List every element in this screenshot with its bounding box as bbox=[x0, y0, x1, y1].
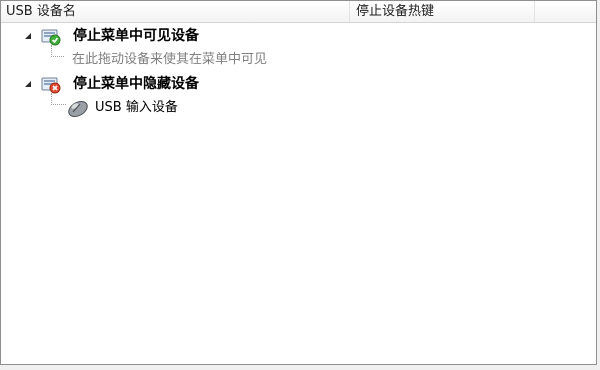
usb-hub-red-x-icon bbox=[41, 77, 61, 94]
tree-node-usb-input-device[interactable]: USB 输入设备 bbox=[1, 97, 341, 119]
mouse-icon bbox=[68, 100, 88, 117]
tree-node-hidden-devices[interactable]: 停止菜单中隐藏设备 bbox=[1, 73, 341, 95]
usb-device-list[interactable]: USB 设备名 停止设备热键 停止菜单中可见设备 在此拖动设备来使其在菜单中可见 bbox=[0, 0, 597, 365]
tree-node-label: 停止菜单中隐藏设备 bbox=[73, 76, 199, 92]
drag-hint-text: 在此拖动设备来使其在菜单中可见 bbox=[72, 52, 268, 67]
list-header: USB 设备名 停止设备热键 bbox=[1, 1, 596, 23]
device-label: USB 输入设备 bbox=[95, 100, 178, 115]
usb-hub-green-check-icon bbox=[41, 29, 61, 46]
expanded-arrow-icon[interactable] bbox=[24, 80, 32, 88]
column-header-filler bbox=[535, 1, 596, 22]
expanded-arrow-icon[interactable] bbox=[24, 32, 32, 40]
column-header-stop-hotkey[interactable]: 停止设备热键 bbox=[350, 1, 535, 22]
column-header-device-name[interactable]: USB 设备名 bbox=[1, 1, 350, 22]
tree-node-label: 停止菜单中可见设备 bbox=[73, 28, 199, 44]
device-tree: 停止菜单中可见设备 在此拖动设备来使其在菜单中可见 停止菜单中隐藏设备 USB … bbox=[1, 23, 596, 364]
tree-node-visible-devices[interactable]: 停止菜单中可见设备 bbox=[1, 25, 341, 47]
tree-node-hint: 在此拖动设备来使其在菜单中可见 bbox=[1, 47, 341, 69]
